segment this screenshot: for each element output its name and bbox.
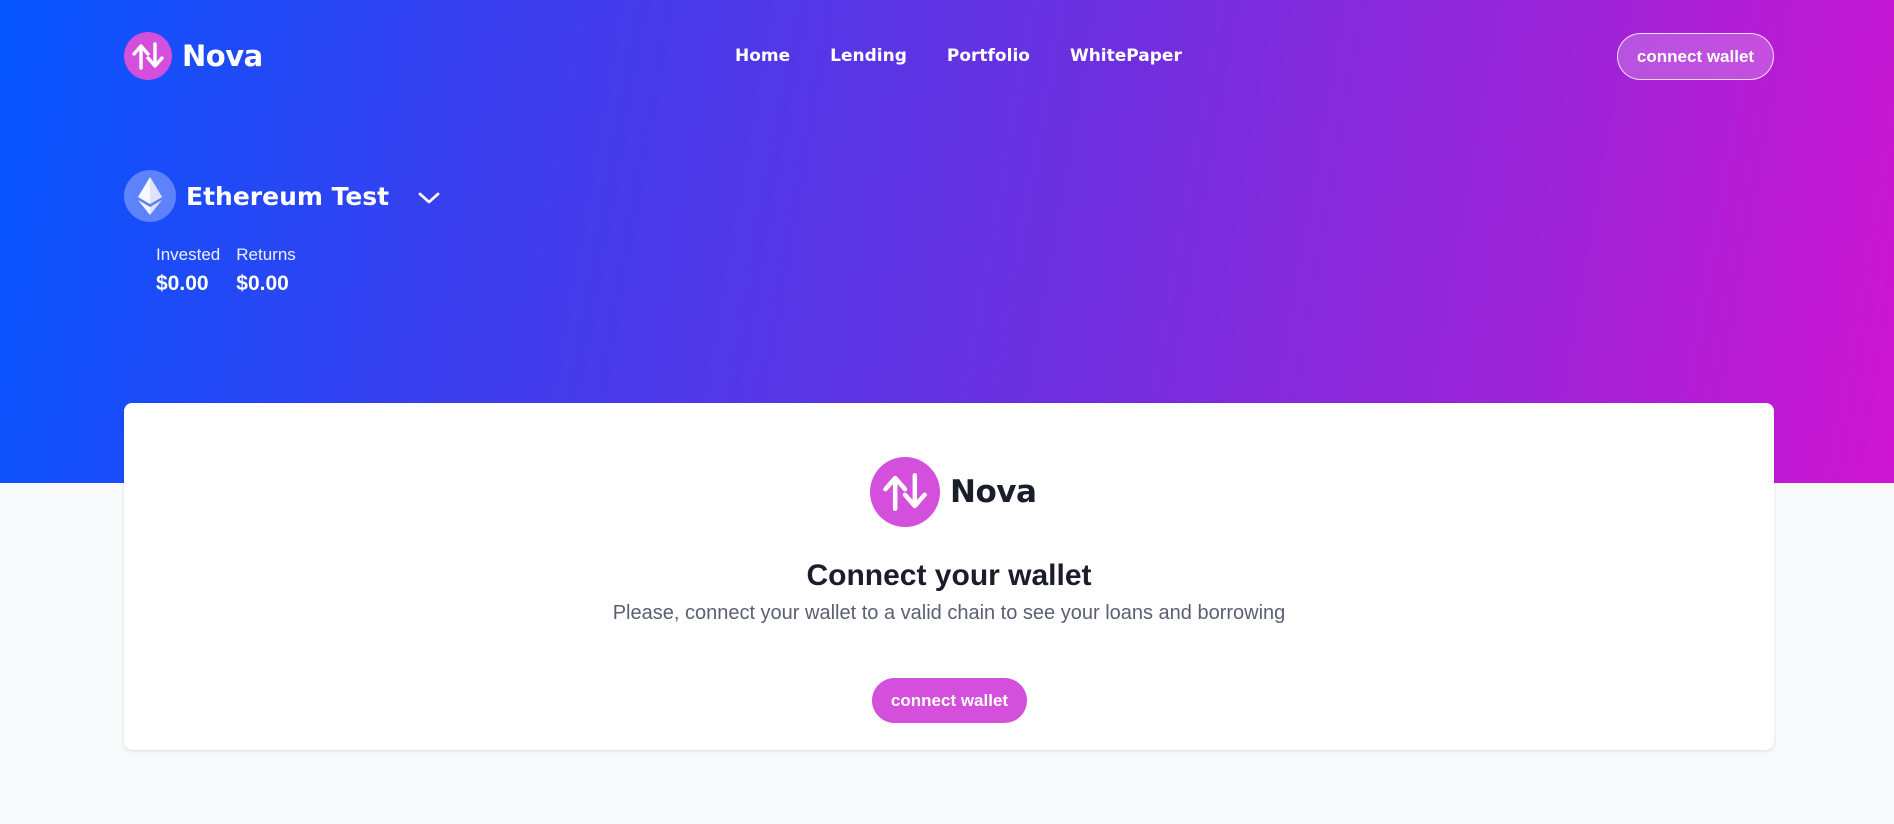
returns-label: Returns [236, 245, 296, 264]
invested-value: $0.00 [156, 272, 209, 295]
connect-wallet-card: Nova Connect your wallet Please, connect… [124, 403, 1774, 750]
nav-link-home[interactable]: Home [735, 46, 790, 66]
card-title: Connect your wallet [806, 559, 1092, 592]
nav-links: Home Lending Portfolio WhitePaper [735, 46, 1182, 66]
brand-logo-link[interactable]: Nova [124, 32, 263, 80]
card-subtitle: Please, connect your wallet to a valid c… [612, 602, 1286, 624]
chain-selector[interactable]: Ethereum Test [124, 170, 441, 222]
nav-link-lending[interactable]: Lending [830, 46, 907, 66]
invested-stat: Invested $0.00 [156, 245, 220, 296]
chevron-down-icon[interactable] [417, 190, 441, 206]
returns-stat: Returns $0.00 [236, 245, 296, 296]
up-down-arrows-icon [870, 457, 940, 527]
card-brand: Nova [870, 457, 1037, 527]
returns-value: $0.00 [236, 272, 289, 295]
brand-name: Nova [182, 39, 263, 73]
nav-link-whitepaper[interactable]: WhitePaper [1070, 46, 1182, 66]
nav-link-portfolio[interactable]: Portfolio [947, 46, 1030, 66]
investment-stats: Invested $0.00 Returns $0.00 [156, 245, 296, 296]
chain-name: Ethereum Test [186, 181, 390, 211]
connect-wallet-button[interactable]: connect wallet [872, 678, 1027, 723]
card-brand-name: Nova [950, 474, 1037, 510]
connect-wallet-nav-button[interactable]: connect wallet [1617, 33, 1774, 80]
up-down-arrows-icon [124, 32, 172, 80]
ethereum-icon [124, 170, 176, 222]
top-nav: Nova Home Lending Portfolio WhitePaper c… [0, 0, 1894, 115]
invested-label: Invested [156, 245, 221, 264]
